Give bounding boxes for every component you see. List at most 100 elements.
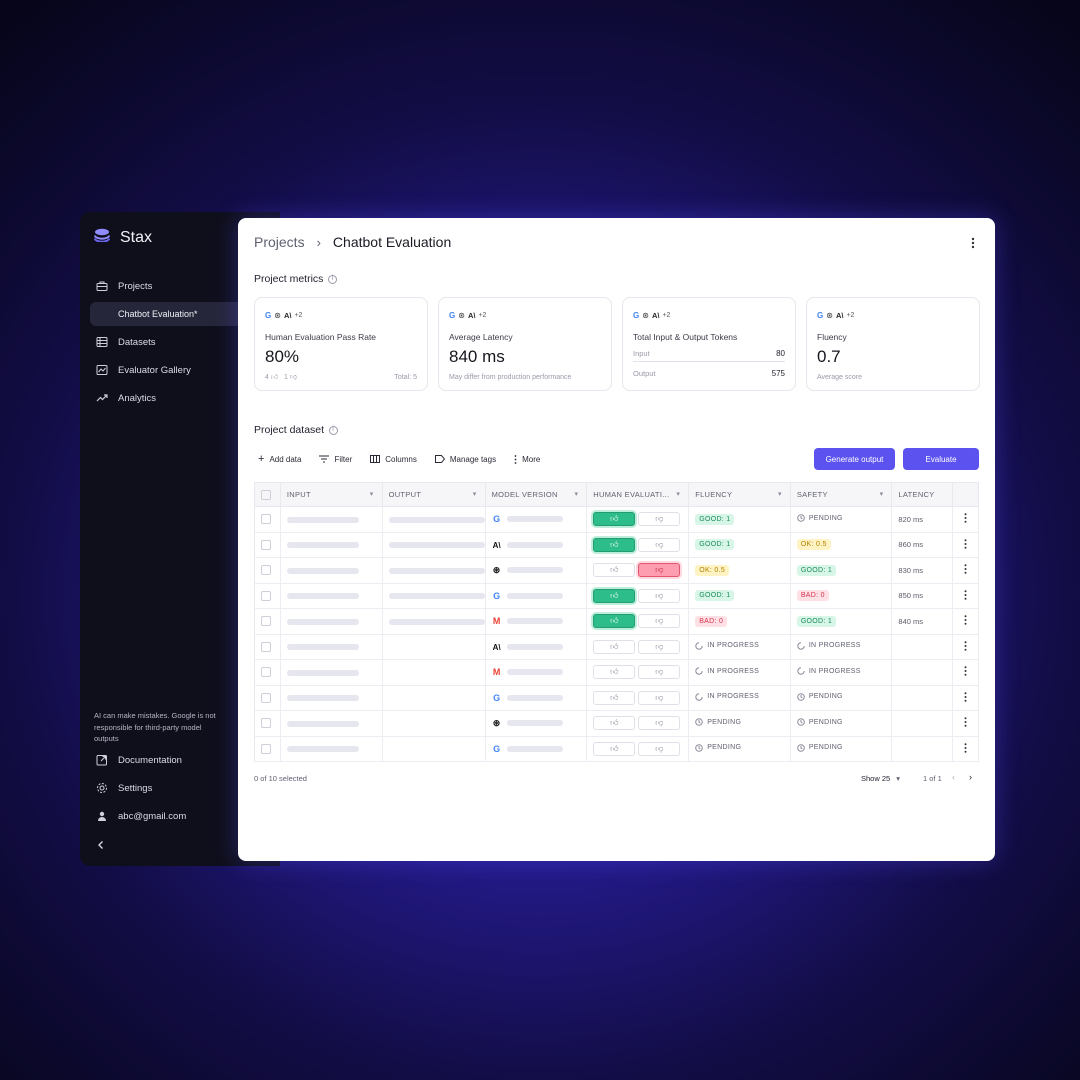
output-cell[interactable] — [382, 557, 486, 584]
thumbs-down-button[interactable]: 👎︎ — [638, 537, 681, 552]
thumbs-up-button[interactable]: 👍︎ — [593, 537, 636, 552]
row-checkbox[interactable] — [261, 641, 271, 652]
model-cell[interactable]: A\ — [485, 634, 588, 660]
input-cell[interactable] — [280, 685, 383, 711]
thumbs-up-button[interactable]: 👍︎ — [593, 690, 636, 705]
input-cell[interactable] — [280, 634, 383, 660]
manage-tags-button[interactable]: Manage tags — [434, 455, 496, 464]
input-cell[interactable] — [280, 532, 383, 558]
filter-button[interactable]: Filter — [319, 455, 352, 464]
table-row[interactable]: ⊛ 👍︎ 👎︎ PENDING PENDING — [254, 710, 979, 737]
generate-output-button[interactable]: Generate output — [814, 448, 895, 470]
row-actions-cell[interactable] — [952, 659, 979, 686]
columns-button[interactable]: Columns — [370, 455, 417, 464]
output-cell[interactable] — [382, 685, 486, 711]
output-cell[interactable] — [382, 532, 486, 558]
row-actions-cell[interactable] — [952, 736, 979, 762]
output-cell[interactable] — [382, 583, 486, 609]
output-cell[interactable] — [382, 710, 486, 737]
page-more-button[interactable] — [971, 236, 975, 254]
column-header-human-evaluation[interactable]: HUMAN EVALUATI... ▾ — [586, 482, 690, 507]
table-row[interactable]: A\ 👍︎ 👎︎ GOOD: 1 OK: 0.5 860 ms — [254, 532, 979, 558]
thumbs-down-button[interactable]: 👎︎ — [638, 741, 681, 756]
row-checkbox[interactable] — [261, 590, 271, 601]
table-row[interactable]: G 👍︎ 👎︎ PENDING PENDING — [254, 736, 979, 762]
row-actions-cell[interactable] — [952, 608, 979, 635]
thumbs-down-button[interactable]: 👎︎ — [638, 614, 681, 629]
model-cell[interactable]: M — [485, 608, 588, 635]
output-cell[interactable] — [382, 608, 486, 635]
thumbs-down-button[interactable]: 👎︎ — [638, 512, 681, 527]
thumbs-down-button[interactable]: 👎︎ — [638, 639, 681, 654]
row-checkbox[interactable] — [261, 565, 271, 576]
row-checkbox[interactable] — [261, 539, 271, 550]
column-header-output[interactable]: OUTPUT ▾ — [382, 482, 486, 507]
thumbs-up-button[interactable]: 👍︎ — [593, 563, 636, 578]
column-header-safety[interactable]: SAFETY ▾ — [790, 482, 893, 507]
column-header-input[interactable]: INPUT ▾ — [280, 482, 383, 507]
breadcrumb-projects[interactable]: Projects — [254, 234, 305, 250]
input-cell[interactable] — [280, 583, 383, 609]
output-cell[interactable] — [382, 659, 486, 686]
info-icon[interactable] — [329, 425, 339, 435]
row-checkbox[interactable] — [261, 692, 271, 703]
row-actions-cell[interactable] — [952, 532, 979, 558]
table-row[interactable]: G 👍︎ 👎︎ GOOD: 1 BAD: 0 850 ms — [254, 583, 979, 609]
row-checkbox[interactable] — [261, 514, 271, 525]
thumbs-down-button[interactable]: 👎︎ — [638, 690, 681, 705]
output-cell[interactable] — [382, 634, 486, 660]
thumbs-down-button[interactable]: 👎︎ — [638, 716, 681, 731]
model-cell[interactable]: ⊛ — [485, 557, 588, 584]
thumbs-up-button[interactable]: 👍︎ — [593, 639, 636, 654]
thumbs-up-button[interactable]: 👍︎ — [593, 512, 636, 527]
next-page-button[interactable]: › — [969, 772, 972, 782]
row-actions-cell[interactable] — [952, 557, 979, 584]
thumbs-down-button[interactable]: 👎︎ — [638, 665, 681, 680]
info-icon[interactable] — [328, 274, 338, 284]
row-checkbox[interactable] — [261, 616, 271, 627]
table-row[interactable]: G 👍︎ 👎︎ IN PROGRESS PENDING — [254, 685, 979, 711]
table-row[interactable]: ⊛ 👍︎ 👎︎ OK: 0.5 GOOD: 1 830 ms — [254, 557, 979, 584]
row-actions-cell[interactable] — [952, 583, 979, 609]
select-all-checkbox[interactable] — [261, 489, 271, 500]
thumbs-up-button[interactable]: 👍︎ — [593, 716, 636, 731]
table-row[interactable]: M 👍︎ 👎︎ BAD: 0 GOOD: 1 840 ms — [254, 608, 979, 635]
thumbs-up-button[interactable]: 👍︎ — [593, 588, 636, 603]
brand[interactable]: Stax — [94, 228, 152, 247]
input-cell[interactable] — [280, 710, 383, 737]
input-cell[interactable] — [280, 506, 383, 533]
thumbs-down-button[interactable]: 👎︎ — [638, 563, 681, 578]
input-cell[interactable] — [280, 659, 383, 686]
thumbs-down-button[interactable]: 👎︎ — [638, 588, 681, 603]
row-actions-cell[interactable] — [952, 710, 979, 737]
model-cell[interactable]: G — [485, 685, 588, 711]
more-button[interactable]: More — [514, 455, 540, 464]
output-cell[interactable] — [382, 736, 486, 762]
input-cell[interactable] — [280, 608, 383, 635]
model-cell[interactable]: G — [485, 736, 588, 762]
thumbs-up-button[interactable]: 👍︎ — [593, 741, 636, 756]
table-row[interactable]: M 👍︎ 👎︎ IN PROGRESS IN PROGRESS — [254, 659, 979, 686]
thumbs-up-button[interactable]: 👍︎ — [593, 665, 636, 680]
page-size-select[interactable]: Show 25 ▾ — [861, 774, 900, 783]
row-actions-cell[interactable] — [952, 634, 979, 660]
row-actions-cell[interactable] — [952, 506, 979, 533]
model-cell[interactable]: A\ — [485, 532, 588, 558]
row-checkbox[interactable] — [261, 743, 271, 754]
column-header-fluency[interactable]: FLUENCY ▾ — [688, 482, 791, 507]
add-data-button[interactable]: + Add data — [258, 453, 301, 465]
input-cell[interactable] — [280, 736, 383, 762]
row-actions-cell[interactable] — [952, 685, 979, 711]
model-cell[interactable]: ⊛ — [485, 710, 588, 737]
table-row[interactable]: A\ 👍︎ 👎︎ IN PROGRESS IN PROGRESS — [254, 634, 979, 660]
row-checkbox[interactable] — [261, 667, 271, 678]
column-header-model-version[interactable]: MODEL VERSION ▾ — [485, 482, 588, 507]
input-cell[interactable] — [280, 557, 383, 584]
thumbs-up-button[interactable]: 👍︎ — [593, 614, 636, 629]
column-header-latency[interactable]: LATENCY — [891, 482, 954, 507]
model-cell[interactable]: G — [485, 583, 588, 609]
model-cell[interactable]: G — [485, 506, 588, 533]
model-cell[interactable]: M — [485, 659, 588, 686]
output-cell[interactable] — [382, 506, 486, 533]
table-row[interactable]: G 👍︎ 👎︎ GOOD: 1 PENDING 820 ms — [254, 506, 979, 533]
